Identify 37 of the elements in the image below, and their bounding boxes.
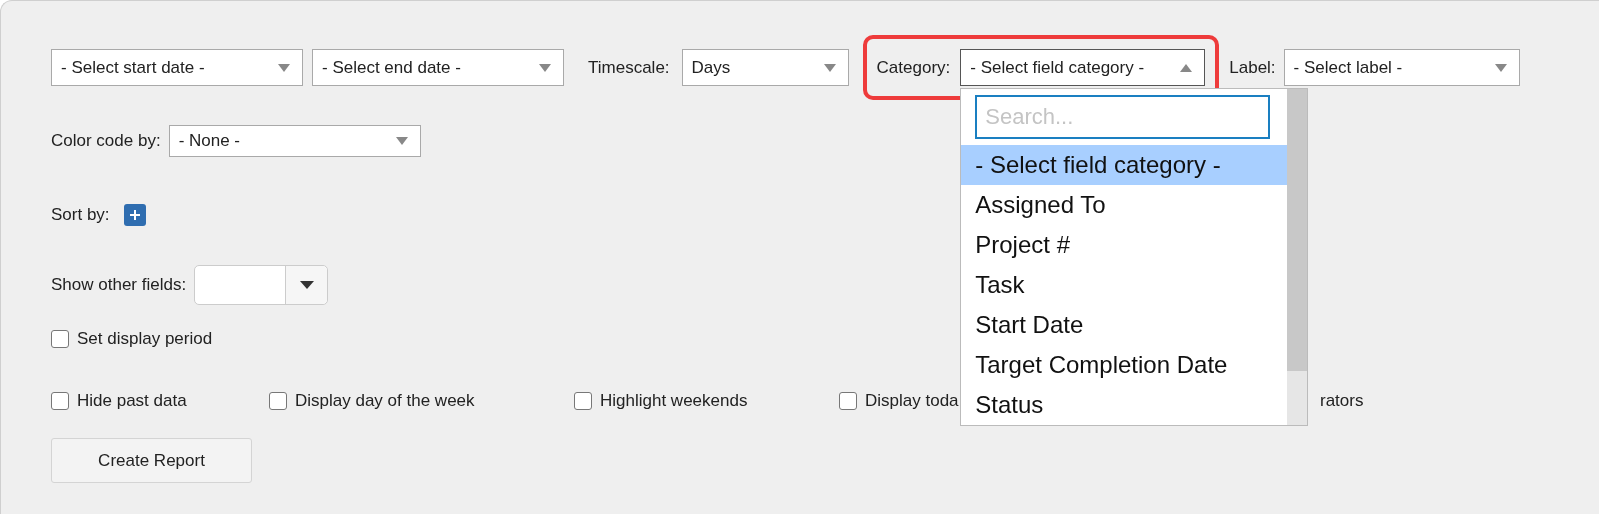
caret-icon xyxy=(395,137,408,145)
start-date-select[interactable]: - Select start date - xyxy=(51,49,303,86)
label-select[interactable]: - Select label - xyxy=(1283,49,1520,86)
plus-icon xyxy=(128,209,141,221)
color-code-select[interactable]: - None - xyxy=(168,125,421,157)
caret-icon xyxy=(823,63,836,72)
scrollbar[interactable] xyxy=(1287,89,1308,425)
checkbox-label: rators xyxy=(1320,390,1364,413)
caret-icon xyxy=(299,281,314,289)
timescale-select[interactable]: Days xyxy=(681,49,849,86)
checkbox[interactable] xyxy=(269,392,287,410)
checkbox-label: Hide past data xyxy=(77,390,187,413)
checkbox[interactable] xyxy=(51,392,69,410)
sort-by-label: Sort by: xyxy=(51,204,110,227)
label-label: Label: xyxy=(1229,56,1276,79)
timescale-label: Timescale: xyxy=(588,56,670,79)
caret-icon xyxy=(539,63,551,72)
caret-icon xyxy=(278,63,290,72)
checkbox-label: Display day of the week xyxy=(295,390,475,413)
caret-icon xyxy=(1494,63,1507,72)
dropdown-option[interactable]: - Select field category - xyxy=(961,145,1288,185)
checkbox[interactable] xyxy=(574,392,592,410)
end-date-select[interactable]: - Select end date - xyxy=(312,49,564,86)
checkbox[interactable] xyxy=(839,392,857,410)
create-report-button[interactable]: Create Report xyxy=(51,438,252,483)
other-fields-select[interactable] xyxy=(194,265,329,305)
checkbox[interactable] xyxy=(51,330,69,348)
checkbox-label: Highlight weekends xyxy=(600,390,748,413)
show-other-fields-label: Show other fields: xyxy=(51,274,187,297)
add-sort-button[interactable] xyxy=(123,204,146,226)
checkbox-label: Display toda xyxy=(865,390,959,413)
search-field[interactable]: Search... xyxy=(975,95,1271,139)
category-select[interactable]: - Select field category - xyxy=(960,49,1206,86)
category-label: Category: xyxy=(876,56,951,79)
caret-icon xyxy=(1180,63,1193,72)
checkbox-label: Set display period xyxy=(77,328,213,351)
color-code-label: Color code by: xyxy=(51,130,161,153)
